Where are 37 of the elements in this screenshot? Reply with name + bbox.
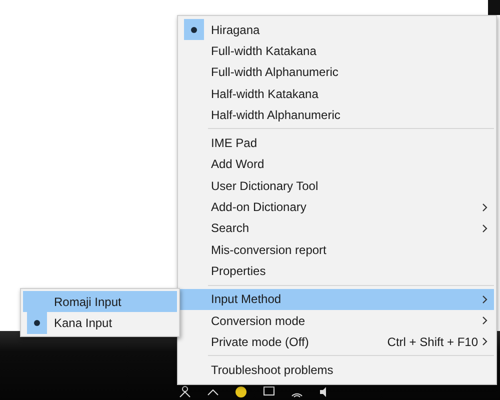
menu-item[interactable]: Full-width Katakana [180,40,494,62]
menu-item[interactable]: Half-width Katakana [180,82,494,104]
menu-item[interactable]: Input Method [180,288,494,310]
menu-item-label: Input Method [211,292,282,306]
menu-item-label: Full-width Alphanumeric [211,65,340,80]
menu-item[interactable]: Half-width Alphanumeric [180,104,494,126]
menu-item[interactable]: Romaji Input [23,291,177,312]
menu-item[interactable]: Full-width Alphanumeric [180,62,494,83]
menu-item-label: User Dictionary Tool [211,178,320,193]
menu-item[interactable]: Kana Input [23,312,177,334]
menu-item[interactable]: Conversion mode [180,310,494,332]
menu-item[interactable]: Troubleshoot problems [180,359,494,381]
menu-item-label: Romaji Input [54,294,122,309]
menu-item[interactable]: User Dictionary Tool [180,175,494,196]
menu-item[interactable]: Search [180,218,494,239]
menu-item[interactable]: Properties [180,260,494,282]
menu-item-label: IME Pad [211,136,258,150]
menu-item-label: Search [211,221,250,236]
menu-item-label: Full-width Katakana [211,44,318,58]
menu-item-label: Hiragana [211,22,261,37]
menu-item-label: Half-width Katakana [211,86,320,101]
menu-item[interactable]: Add-on Dictionary [180,196,494,218]
shortcut-text: Ctrl + Shift + F10 [387,334,478,349]
menu-item-label: Kana Input [54,316,114,330]
menu-item[interactable]: Add Word [180,154,494,176]
menu-item-label: Add-on Dictionary [211,200,308,214]
menu-item-label: Private mode (Off) [211,334,310,349]
menu-item-label: Conversion mode [211,314,306,328]
menu-item[interactable]: IME Pad [180,132,494,154]
menu-item[interactable]: Private mode (Off) Ctrl + Shift + F10 [180,331,494,352]
menu-item-label: Troubleshoot problems [211,363,334,378]
menu-item-label: Add Word [211,157,266,172]
menu-item-label: Properties [211,264,267,278]
menu-item[interactable]: Mis-conversion report [180,238,494,260]
menu-item-label: Mis-conversion report [211,242,328,257]
menu-item-label: Half-width Alphanumeric [211,108,342,122]
menu-item[interactable]: Hiragana [180,19,494,40]
